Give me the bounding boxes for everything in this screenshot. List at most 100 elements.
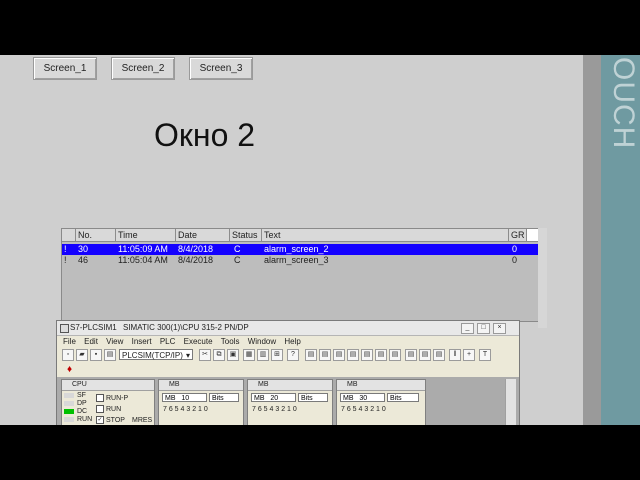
menu-view[interactable]: View xyxy=(106,337,123,346)
interface-select-value: PLCSIM(TCP/IP) xyxy=(122,351,183,360)
cascade-icon[interactable]: ▦ xyxy=(243,349,255,361)
pause-icon[interactable]: ‖ xyxy=(449,349,461,361)
mb-format-select[interactable]: Bits xyxy=(209,393,239,402)
screen-1-button[interactable]: Screen_1 xyxy=(33,57,97,80)
screen-3-button[interactable]: Screen_3 xyxy=(189,57,253,80)
menu-tools[interactable]: Tools xyxy=(221,337,240,346)
mb-address-field[interactable]: MB 10 xyxy=(162,393,207,402)
screen-2-button[interactable]: Screen_2 xyxy=(111,57,175,80)
dp-led-icon xyxy=(64,400,74,406)
arrange-icon[interactable]: ⊞ xyxy=(271,349,283,361)
copy-icon[interactable]: ⧉ xyxy=(213,349,225,361)
mb-address-field[interactable]: MB 30 xyxy=(340,393,385,402)
bit-labels: 7 6 5 4 3 2 1 0 xyxy=(341,406,386,413)
run-led-icon xyxy=(64,416,74,422)
mb-window-title: MB xyxy=(337,380,425,391)
alarm-no: 46 xyxy=(78,255,89,265)
menu-execute[interactable]: Execute xyxy=(184,337,213,346)
mb-window-3[interactable]: MB MB 30 Bits 7 6 5 4 3 2 1 0 xyxy=(336,379,426,425)
insert-vertical-bits-icon[interactable]: ▤ xyxy=(389,349,401,361)
cpu-window-title: CPU xyxy=(62,380,154,391)
alarm-time: 11:05:04 AM xyxy=(118,255,168,265)
print-icon[interactable]: ▤ xyxy=(104,349,116,361)
interface-select[interactable]: PLCSIM(TCP/IP) ▾ xyxy=(119,349,193,360)
menu-insert[interactable]: Insert xyxy=(132,337,152,346)
mb-window-2[interactable]: MB MB 20 Bits 7 6 5 4 3 2 1 0 xyxy=(247,379,333,425)
timer-reset-icon[interactable]: T xyxy=(479,349,491,361)
menu-edit[interactable]: Edit xyxy=(84,337,98,346)
mb-format-select[interactable]: Bits xyxy=(387,393,419,402)
mode-stop[interactable]: ✓ STOP xyxy=(96,416,125,424)
led-run: RUN xyxy=(64,416,92,423)
plcsim-title-app: S7-PLCSIM1 xyxy=(70,323,117,332)
alarm-status: C xyxy=(234,255,241,265)
help-pointer-icon[interactable]: ? xyxy=(287,349,299,361)
alarm-status: C xyxy=(234,244,241,254)
insert-timer-icon[interactable]: ▤ xyxy=(347,349,359,361)
mb-address-field[interactable]: MB 20 xyxy=(251,393,296,402)
step-icon[interactable]: + xyxy=(463,349,475,361)
stack-icon[interactable]: ▤ xyxy=(433,349,445,361)
alarm-header-status[interactable]: Status xyxy=(230,229,262,242)
insert-generic-icon[interactable]: ▤ xyxy=(375,349,387,361)
alarm-row[interactable]: ! 46 11:05:04 AM 8/4/2018 C alarm_screen… xyxy=(62,255,539,266)
alarm-row[interactable]: ! 30 11:05:09 AM 8/4/2018 C alarm_screen… xyxy=(62,244,539,255)
mb-window-title: MB xyxy=(248,380,332,391)
menu-plc[interactable]: PLC xyxy=(160,337,176,346)
plcsim-workspace: CPU SF DP DC RUN RUN-P RUN ✓ STOP MRES M… xyxy=(57,377,519,425)
accumulators-icon[interactable]: ▤ xyxy=(405,349,417,361)
alarm-gr: 0 xyxy=(512,244,518,254)
brand-text: OUCH xyxy=(607,57,640,150)
save-icon[interactable]: ▪ xyxy=(90,349,102,361)
alarm-flag: ! xyxy=(64,244,67,254)
led-dc: DC xyxy=(64,408,87,415)
alarm-gr: 0 xyxy=(512,255,518,265)
mres-button[interactable]: MRES xyxy=(132,417,152,424)
insert-counter-icon[interactable]: ▤ xyxy=(361,349,373,361)
cut-icon[interactable]: ✂ xyxy=(199,349,211,361)
plcsim-app-icon xyxy=(60,324,69,333)
close-button[interactable]: × xyxy=(493,323,506,334)
led-dp: DP xyxy=(64,400,87,407)
insert-bit-memory-icon[interactable]: ▤ xyxy=(333,349,345,361)
dc-led-icon xyxy=(64,408,74,414)
alarm-header-text[interactable]: Text xyxy=(262,229,509,242)
plcsim-titlebar[interactable]: S7-PLCSIM1 SIMATIC 300(1)\CPU 315-2 PN/D… xyxy=(57,321,519,336)
menu-window[interactable]: Window xyxy=(248,337,276,346)
alarm-header-flag[interactable] xyxy=(62,229,76,242)
alarm-text: alarm_screen_3 xyxy=(264,255,329,265)
menu-file[interactable]: File xyxy=(63,337,76,346)
open-icon[interactable]: ▰ xyxy=(76,349,88,361)
alarm-text: alarm_screen_2 xyxy=(264,244,329,254)
insert-output-icon[interactable]: ▤ xyxy=(319,349,331,361)
new-icon[interactable]: ▫ xyxy=(62,349,74,361)
plcsim-menubar: File Edit View Insert PLC Execute Tools … xyxy=(57,336,519,347)
paste-icon[interactable]: ▣ xyxy=(227,349,239,361)
workspace-scrollbar[interactable] xyxy=(505,379,516,425)
chevron-down-icon: ▾ xyxy=(185,351,190,360)
minimize-button[interactable]: _ xyxy=(461,323,474,334)
plcsim-window[interactable]: S7-PLCSIM1 SIMATIC 300(1)\CPU 315-2 PN/D… xyxy=(56,320,520,425)
alarm-flag: ! xyxy=(64,255,67,265)
maximize-button[interactable]: □ xyxy=(477,323,490,334)
mb-format-select[interactable]: Bits xyxy=(298,393,328,402)
alarm-header-time[interactable]: Time xyxy=(116,229,176,242)
mode-run-p[interactable]: RUN-P xyxy=(96,394,128,402)
alarm-header-no[interactable]: No. xyxy=(76,229,116,242)
alarm-no: 30 xyxy=(78,244,89,254)
alarm-view[interactable]: No. Time Date Status Text GR ! 30 11:05:… xyxy=(61,228,540,322)
block-registers-icon[interactable]: ▤ xyxy=(419,349,431,361)
mb-window-1[interactable]: MB MB 10 Bits 7 6 5 4 3 2 1 0 xyxy=(158,379,244,425)
insert-input-icon[interactable]: ▤ xyxy=(305,349,317,361)
mb-window-title: MB xyxy=(159,380,243,391)
alarm-header-date[interactable]: Date xyxy=(176,229,230,242)
tile-icon[interactable]: ▥ xyxy=(257,349,269,361)
alarm-date: 8/4/2018 xyxy=(178,244,214,254)
mode-run[interactable]: RUN xyxy=(96,405,121,413)
menu-help[interactable]: Help xyxy=(284,337,300,346)
breakpoint-icon[interactable]: ♦ xyxy=(67,364,72,375)
cpu-window[interactable]: CPU SF DP DC RUN RUN-P RUN ✓ STOP MRES xyxy=(61,379,155,425)
alarm-scrollbar[interactable] xyxy=(538,228,547,328)
screen-title: Окно 2 xyxy=(154,117,256,153)
alarm-header-gr[interactable]: GR xyxy=(509,229,527,242)
